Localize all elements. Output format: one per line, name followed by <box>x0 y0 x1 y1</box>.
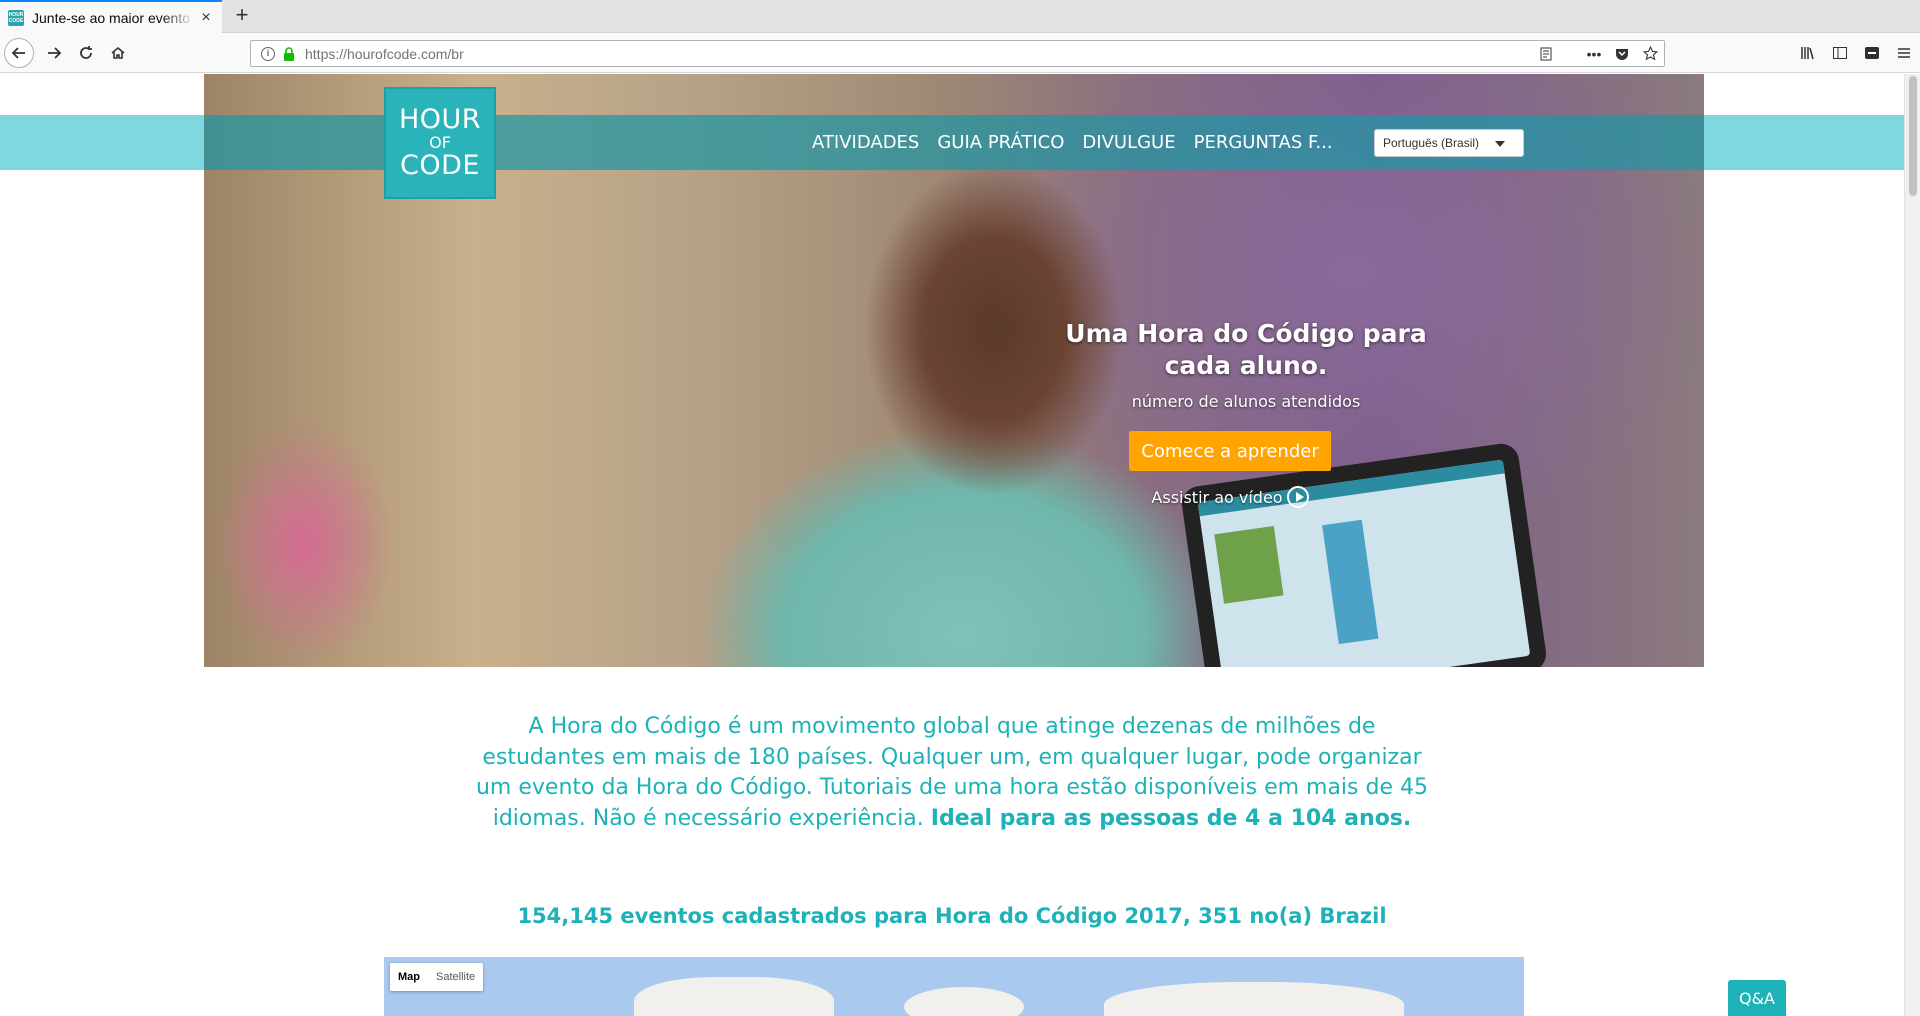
map-view-button[interactable]: Map <box>390 963 428 991</box>
new-tab-icon[interactable]: + <box>230 4 254 28</box>
scrollbar-thumb[interactable] <box>1909 76 1917 196</box>
tab-title: Junte-se ao maior evento <box>32 9 190 26</box>
hero-subtitle: número de alunos atendidos <box>1131 392 1361 411</box>
extension-icon[interactable] <box>1856 39 1888 67</box>
sidebar-icon[interactable] <box>1824 39 1856 67</box>
tablet-image <box>1179 441 1549 667</box>
home-icon <box>111 46 125 59</box>
hour-of-code-logo[interactable]: HOUR OF CODE <box>384 87 496 199</box>
events-count-heading: 154,145 eventos cadastrados para Hora do… <box>517 904 1387 928</box>
watch-video-label: Assistir ao vídeo <box>1151 487 1283 507</box>
arrow-right-icon <box>48 47 62 59</box>
bookmark-star-icon[interactable] <box>1636 41 1664 66</box>
nav-item-atividades[interactable]: ATIVIDADES <box>812 132 919 153</box>
address-bar[interactable]: i https://hourofcode.com/br ••• <box>250 40 1665 67</box>
library-icon[interactable] <box>1792 39 1824 67</box>
hero-title: Uma Hora do Código para cada aluno. <box>1065 319 1427 380</box>
page-viewport: HOUR OF CODE ATIVIDADES GUIA PRÁTICO DIV… <box>0 74 1904 1016</box>
watch-video-link[interactable]: Assistir ao vídeo <box>1130 486 1330 508</box>
events-map[interactable]: Map Satellite <box>384 957 1524 1016</box>
language-select[interactable]: Português (Brasil) <box>1374 129 1524 157</box>
main-nav: ATIVIDADES GUIA PRÁTICO DIVULGUE PERGUNT… <box>812 115 1351 170</box>
qa-button[interactable]: Q&A <box>1728 980 1786 1016</box>
back-button[interactable] <box>4 38 34 68</box>
page-scrollbar[interactable] <box>1904 74 1920 1016</box>
close-tab-icon[interactable]: × <box>198 10 214 26</box>
arrow-left-icon <box>11 47 25 59</box>
info-icon[interactable]: i <box>261 46 275 61</box>
menu-icon[interactable] <box>1888 39 1920 67</box>
intro-paragraph: A Hora do Código é um movimento global q… <box>470 712 1434 834</box>
forward-button[interactable] <box>40 39 68 67</box>
navigation-toolbar: i https://hourofcode.com/br ••• <box>0 33 1920 73</box>
lock-icon[interactable] <box>283 46 295 61</box>
language-selected-value: Português (Brasil) <box>1383 136 1480 150</box>
reload-button[interactable] <box>72 39 100 67</box>
chevron-down-icon <box>1495 141 1505 147</box>
home-button[interactable] <box>104 39 132 67</box>
nav-item-guia-pratico[interactable]: GUIA PRÁTICO <box>937 132 1064 153</box>
tab-bar: HOUR CODE Junte-se ao maior evento × + <box>0 0 1920 33</box>
pocket-icon[interactable] <box>1608 41 1636 66</box>
page-actions-icon[interactable]: ••• <box>1580 41 1608 66</box>
nav-item-divulgue[interactable]: DIVULGUE <box>1082 132 1175 153</box>
play-icon <box>1286 486 1309 508</box>
satellite-view-button[interactable]: Satellite <box>428 963 483 991</box>
nav-item-perguntas[interactable]: PERGUNTAS F... <box>1194 132 1333 153</box>
start-learning-button[interactable]: Comece a aprender <box>1129 431 1331 471</box>
active-tab[interactable]: HOUR CODE Junte-se ao maior evento × <box>0 0 222 33</box>
url-actions: ••• <box>1532 41 1664 66</box>
separator <box>1560 41 1580 66</box>
reader-view-icon[interactable] <box>1532 41 1560 66</box>
toolbar-right <box>1792 39 1920 67</box>
hour-of-code-favicon-icon: HOUR CODE <box>8 9 24 26</box>
map-type-toggle: Map Satellite <box>390 963 484 991</box>
intro-bold-text: Ideal para as pessoas de 4 a 104 anos. <box>930 805 1412 831</box>
url-text: https://hourofcode.com/br <box>305 45 464 62</box>
reload-icon <box>80 46 92 59</box>
